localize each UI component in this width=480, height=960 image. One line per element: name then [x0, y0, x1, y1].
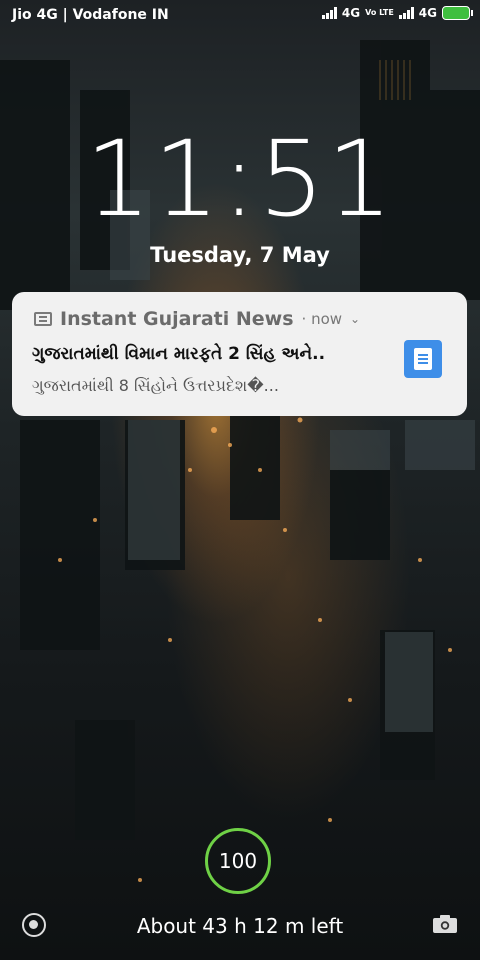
assistant-icon[interactable]: [22, 913, 46, 937]
notification-app-name: Instant Gujarati News: [60, 308, 294, 330]
charging-time-left: About 43 h 12 m left: [136, 914, 344, 938]
volte-label: Vo LTE: [365, 8, 394, 17]
notification-time: · now: [301, 310, 343, 328]
battery-charging-icon: [442, 6, 473, 20]
carrier-label: Jio 4G | Vodafone IN: [12, 7, 169, 23]
status-bar: Jio 4G | Vodafone IN 4G Vo LTE 4G: [0, 0, 480, 30]
news-app-icon: [34, 312, 52, 326]
signal-icon: [398, 7, 414, 19]
document-icon: [414, 348, 432, 370]
lockscreen-clock: 11:51: [85, 118, 395, 240]
network-label-1: 4G: [341, 6, 361, 20]
notification-card[interactable]: Instant Gujarati News · now ⌄ ગુજરાતમાંથ…: [12, 292, 467, 416]
notification-body: ગુજરાતમાંથી 8 સિંહોને ઉત્તરપ્રદેશ�...: [32, 376, 279, 395]
chevron-down-icon[interactable]: ⌄: [350, 312, 360, 326]
signal-icon: [321, 7, 337, 19]
notification-header: Instant Gujarati News · now ⌄: [34, 308, 360, 330]
battery-level: 100: [218, 849, 258, 873]
notification-title: ગુજરાતમાંથી વિમાન મારફતે 2 સિંહ અને..: [32, 344, 326, 364]
status-icons: 4G Vo LTE 4G: [321, 6, 473, 20]
lockscreen-date: Tuesday, 7 May: [150, 243, 330, 267]
network-label-2: 4G: [418, 6, 437, 20]
camera-icon[interactable]: [432, 914, 458, 934]
battery-charge-ring: 100: [205, 828, 271, 894]
notification-thumbnail-icon: [404, 340, 442, 378]
